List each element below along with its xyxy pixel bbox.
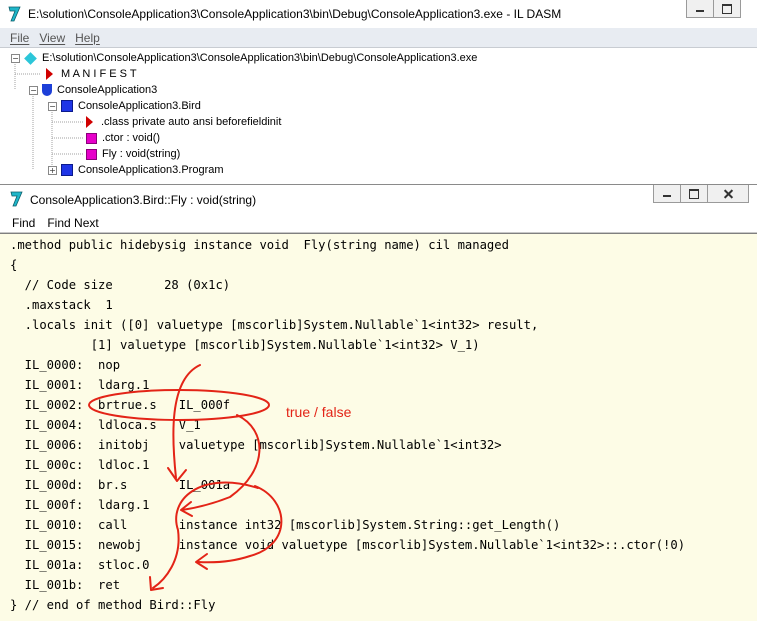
code-line: IL_001b: ret [10,578,121,592]
code-line: } // end of method Bird::Fly [10,598,216,612]
tree-item-class-program[interactable]: + ConsoleApplication3.Program [48,162,224,178]
ildasm-app-icon [10,191,23,207]
tree-item-label: .ctor : void() [102,132,161,144]
window-controls [653,185,749,203]
expand-icon[interactable]: + [48,165,57,175]
tree-item-ctor[interactable]: .ctor : void() [86,130,160,146]
code-line: IL_0015: newobj instance void valuetype … [10,538,686,552]
menu-help[interactable]: Help [75,31,100,45]
code-line: IL_0002: brtrue.s IL_000f [10,398,231,412]
code-line: IL_000d: br.s IL_001a [10,478,231,492]
tree-item-namespace[interactable]: − ConsoleApplication3 [29,82,157,98]
code-line: { [10,258,18,272]
tree-item-label: ConsoleApplication3 [57,84,158,96]
code-line: IL_0006: initobj valuetype [mscorlib]Sys… [10,438,502,452]
menu-find[interactable]: Find [12,216,35,230]
tree-item-fly[interactable]: Fly : void(string) [86,146,181,162]
diamond-icon [24,51,37,65]
tree-item-label: ConsoleApplication3.Program [78,164,224,176]
code-line: IL_0000: nop [10,358,121,372]
class-icon [61,164,73,176]
code-line: IL_0004: ldloca.s V_1 [10,418,201,432]
collapse-icon[interactable]: − [29,85,38,95]
tree-item-label: ConsoleApplication3.Bird [78,100,201,112]
code-line: .locals init ([0] valuetype [mscorlib]Sy… [10,318,539,332]
collapse-icon[interactable]: − [48,101,57,111]
window-title: ConsoleApplication3.Bird::Fly : void(str… [30,193,257,207]
method-icon [86,148,97,160]
code-line: .method public hidebysig instance void F… [10,238,509,252]
tree-item-label: M A N I F E S T [61,68,137,80]
assembly-tree: − E:\solution\ConsoleApplication3\Consol… [0,48,757,188]
minimize-button[interactable] [686,0,714,18]
main-window-titlebar: E:\solution\ConsoleApplication3\ConsoleA… [0,0,757,28]
il-code-view[interactable]: .method public hidebysig instance void F… [0,233,757,621]
red-triangle-icon [46,68,53,80]
close-button[interactable] [707,185,749,203]
code-line: IL_0010: call instance int32 [mscorlib]S… [10,518,561,532]
menu-file[interactable]: File [10,31,29,45]
code-line: IL_000f: ldarg.1 [10,498,150,512]
window-controls [686,0,741,18]
tree-item-label: E:\solution\ConsoleApplication3\ConsoleA… [42,52,478,64]
collapse-icon[interactable]: − [11,53,20,63]
code-line: IL_001a: stloc.0 [10,558,150,572]
method-disassembly-window: ConsoleApplication3.Bird::Fly : void(str… [0,184,757,621]
minimize-button[interactable] [653,185,681,203]
ildasm-app-icon [8,6,21,22]
method-icon [86,132,97,144]
tree-item-assembly[interactable]: − E:\solution\ConsoleApplication3\Consol… [11,50,477,66]
maximize-button[interactable] [680,185,708,203]
class-icon [61,100,73,112]
child-window-titlebar: ConsoleApplication3.Bird::Fly : void(str… [0,185,757,213]
tree-item-manifest[interactable]: M A N I F E S T [44,66,137,82]
menu-view[interactable]: View [39,31,65,45]
namespace-shield-icon [42,84,52,96]
red-triangle-icon [86,116,93,128]
tree-item-class-bird[interactable]: − ConsoleApplication3.Bird [48,98,201,114]
menu-find-next[interactable]: Find Next [47,216,98,230]
tree-item-class-declaration[interactable]: .class private auto ansi beforefieldinit [84,114,281,130]
code-line: .maxstack 1 [10,298,113,312]
code-line: [1] valuetype [mscorlib]System.Nullable`… [10,338,480,352]
child-menubar: Find Find Next [0,213,757,233]
code-line: IL_0001: ldarg.1 [10,378,150,392]
tree-item-label: .class private auto ansi beforefieldinit [101,116,282,128]
code-line: IL_000c: ldloc.1 [10,458,150,472]
main-menubar: File View Help [0,28,757,48]
code-line: // Code size 28 (0x1c) [10,278,231,292]
maximize-button[interactable] [713,0,741,18]
annotation-label: true / false [286,404,352,420]
window-title: E:\solution\ConsoleApplication3\ConsoleA… [28,7,562,21]
tree-item-label: Fly : void(string) [102,148,181,160]
